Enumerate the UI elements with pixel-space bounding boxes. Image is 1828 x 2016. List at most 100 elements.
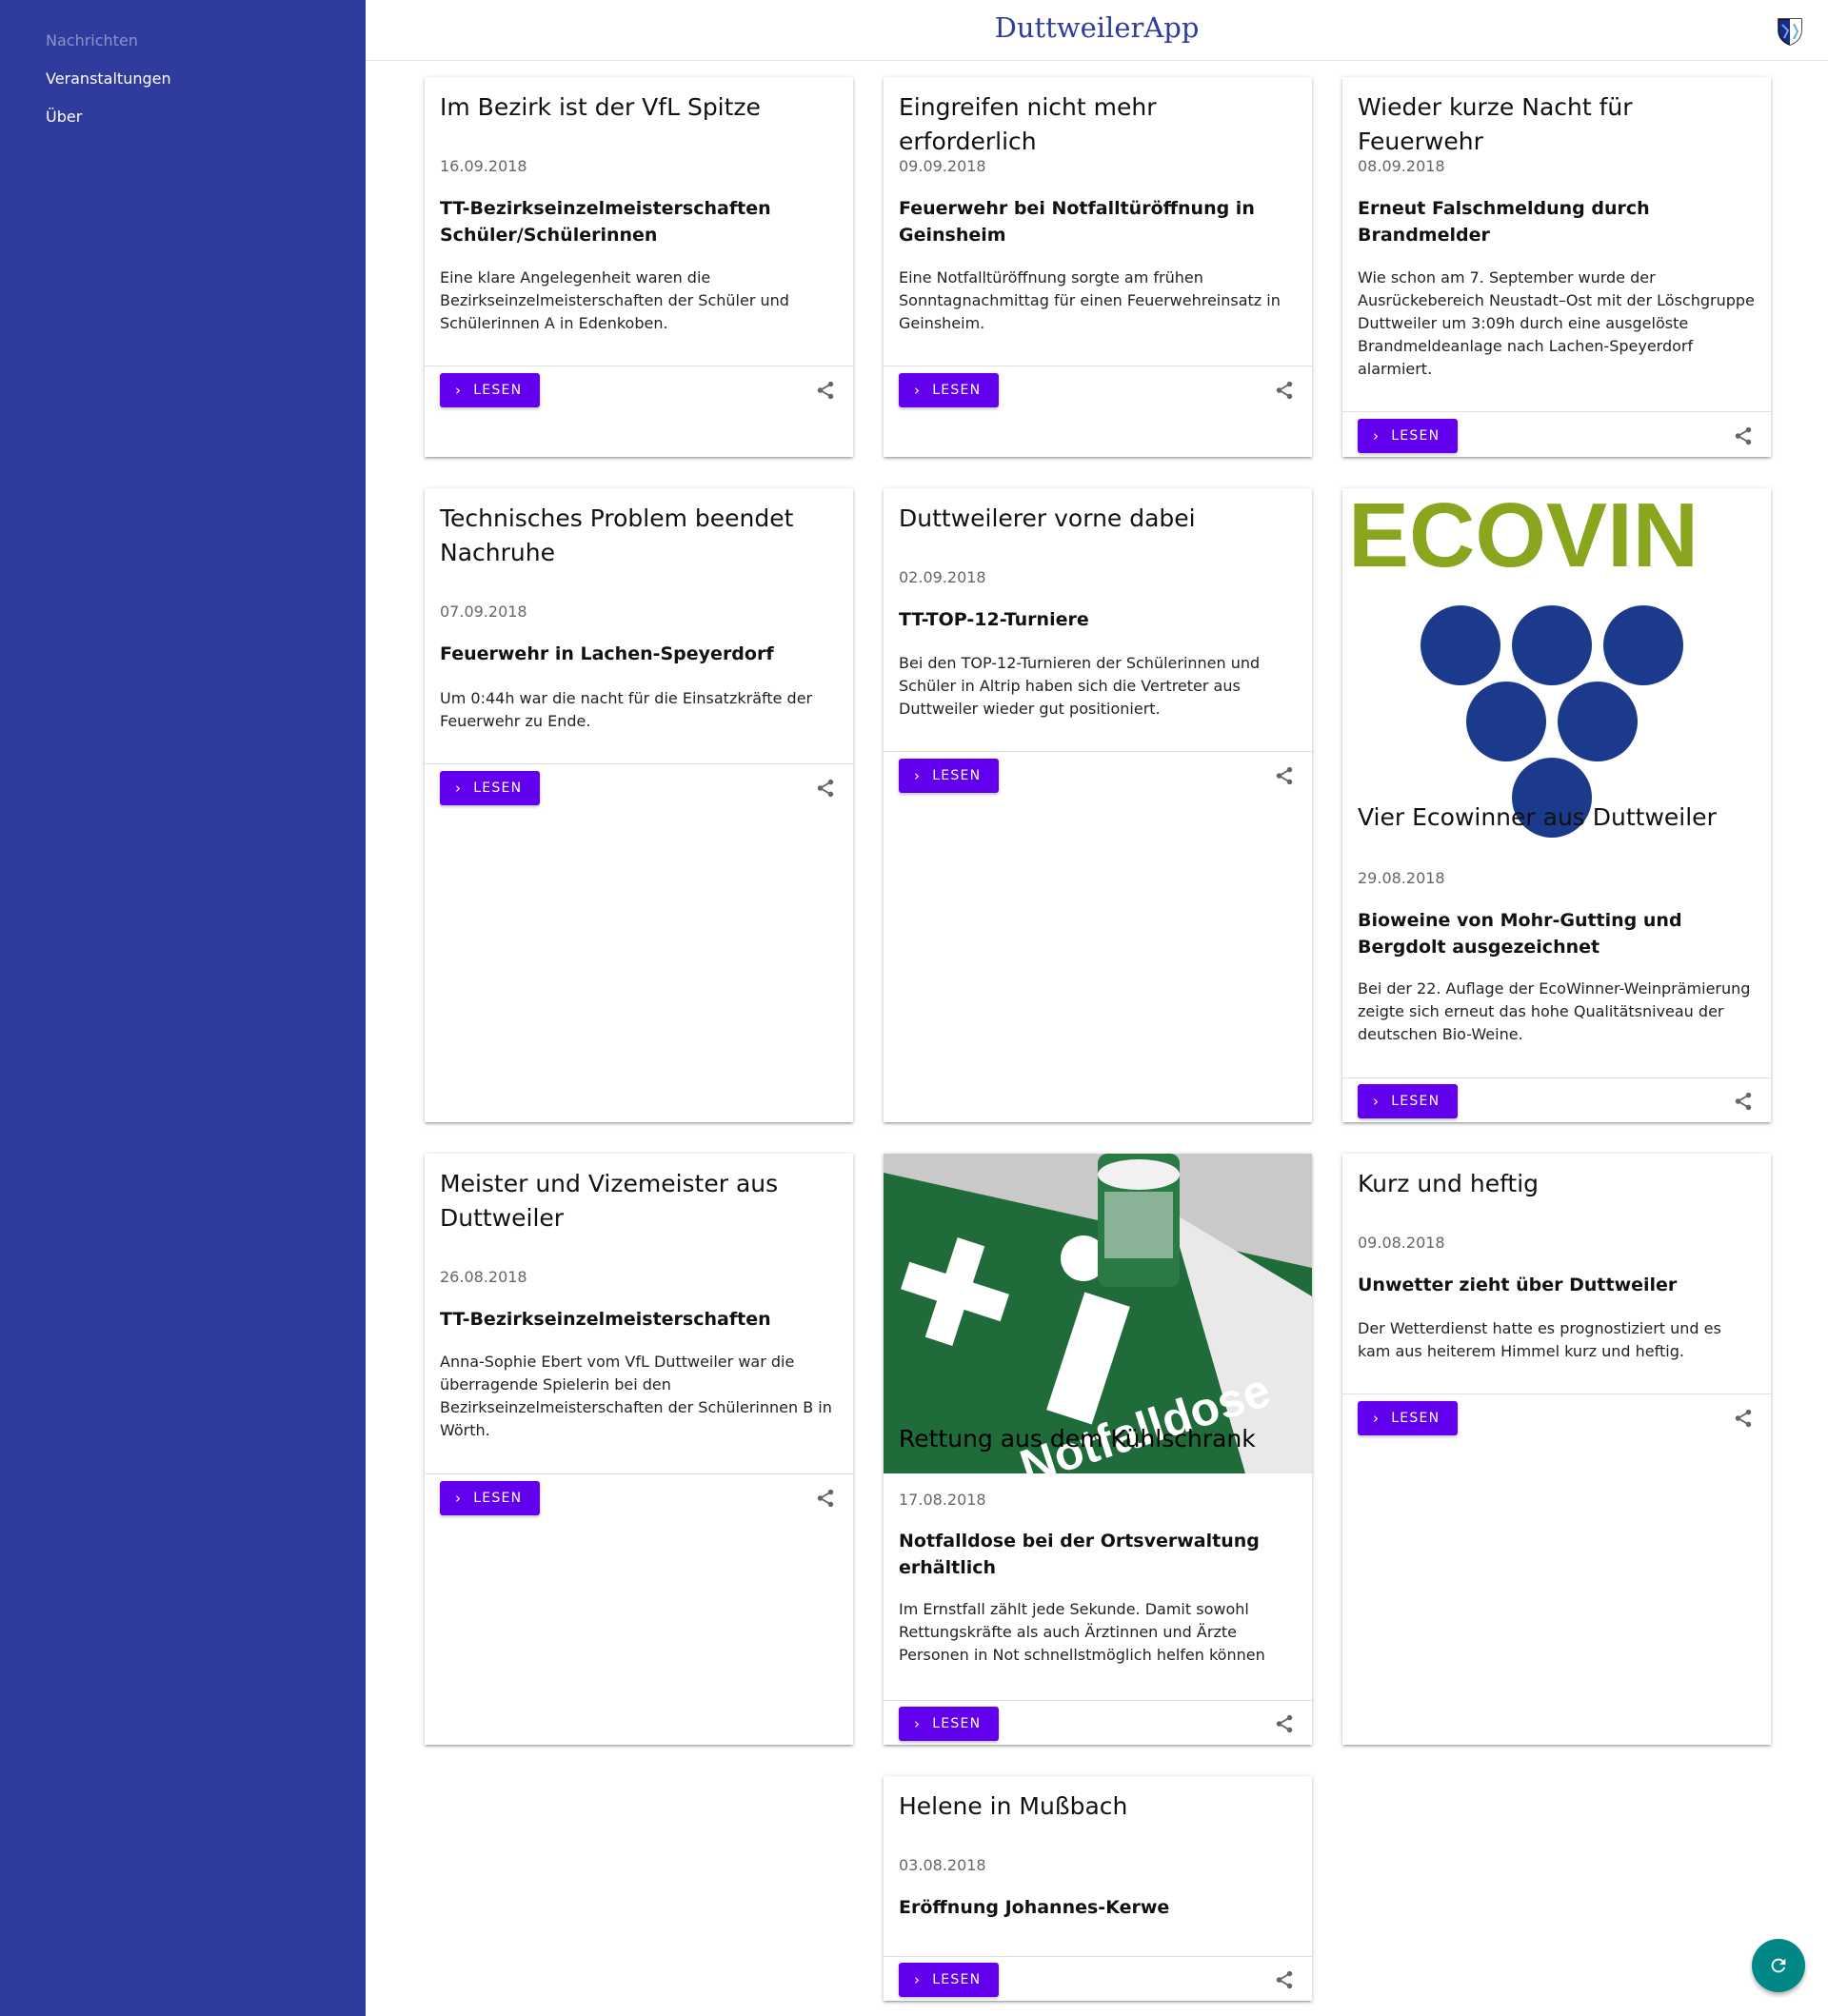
share-icon[interactable] (815, 380, 836, 401)
card-title: Helene in Mußbach (899, 1792, 1128, 1820)
sidebar: Nachrichten Veranstaltungen Über (0, 0, 366, 2016)
chevron-right-icon: › (914, 1970, 922, 1988)
news-card: Eingreifen nicht mehr erforderlich 09.09… (884, 77, 1312, 457)
card-text: Um 0:44h war die nacht für die Einsatzkr… (440, 689, 813, 730)
card-title: Wieder kurze Nacht für Feuerwehr (1358, 93, 1633, 155)
news-card: Kurz und heftig 09.08.2018 Unwetter zieh… (1342, 1154, 1771, 1745)
chevron-right-icon: › (1373, 426, 1381, 445)
card-divider (1342, 411, 1771, 412)
card-subtitle: Notfalldose bei der Ortsverwaltung erhäl… (899, 1531, 1260, 1578)
news-card: Helene in Mußbach 03.08.2018 Eröffnung J… (884, 1776, 1312, 2001)
news-card: Im Bezirk ist der VfL Spitze 16.09.2018 … (425, 77, 853, 457)
card-date: 09.09.2018 (899, 157, 986, 175)
lesen-button[interactable]: › LESEN (440, 771, 540, 805)
share-icon[interactable] (1274, 1969, 1295, 1990)
card-text: Bei der 22. Auflage der EcoWinner-Weinpr… (1358, 979, 1751, 1043)
sidebar-item-veranstaltungen[interactable]: Veranstaltungen (46, 69, 171, 88)
lesen-button[interactable]: › LESEN (899, 759, 999, 793)
card-subtitle: Bioweine von Mohr-Gutting und Bergdolt a… (1358, 910, 1682, 958)
lesen-button[interactable]: › LESEN (440, 373, 540, 407)
card-title: Im Bezirk ist der VfL Spitze (440, 93, 761, 121)
lesen-button[interactable]: › LESEN (899, 1707, 999, 1741)
share-icon[interactable] (1274, 380, 1295, 401)
chevron-right-icon: › (1373, 1092, 1381, 1110)
crest-icon (1778, 18, 1802, 46)
refresh-icon (1771, 1958, 1786, 1973)
share-icon[interactable] (815, 778, 836, 799)
card-date: 29.08.2018 (1358, 869, 1445, 887)
sidebar-item-ueber[interactable]: Über (46, 108, 82, 126)
news-card: Meister und Vizemeister aus Duttweiler 2… (425, 1154, 853, 1745)
lesen-button[interactable]: › LESEN (1358, 1084, 1458, 1118)
card-subtitle: TT-Bezirkseinzelmeisterschaften Schüler/… (440, 198, 771, 246)
lesen-button[interactable]: › LESEN (899, 373, 999, 407)
lesen-label: LESEN (932, 383, 982, 398)
share-icon[interactable] (1274, 765, 1295, 786)
chevron-right-icon: › (914, 381, 922, 399)
card-divider (1342, 1077, 1771, 1078)
news-card: Notfalldose Rettung aus dem Kühlschrank … (884, 1154, 1312, 1745)
card-date: 02.09.2018 (899, 568, 986, 586)
card-date: 16.09.2018 (440, 157, 527, 175)
card-subtitle: Feuerwehr in Lachen-Speyerdorf (440, 643, 774, 664)
chevron-right-icon: › (455, 779, 463, 797)
chevron-right-icon: › (1373, 1409, 1381, 1427)
card-title: Rettung aus dem Kühlschrank (899, 1425, 1256, 1453)
news-card: ECOVIN Vier Ecowinner aus Duttweiler 29.… (1342, 488, 1771, 1122)
card-date: 09.08.2018 (1358, 1234, 1445, 1252)
lesen-label: LESEN (473, 383, 523, 398)
card-divider (884, 1956, 1312, 1957)
share-icon[interactable] (1733, 425, 1754, 446)
card-text: Wie schon am 7. September wurde der Ausr… (1358, 268, 1755, 378)
share-icon[interactable] (1733, 1091, 1754, 1112)
card-text: Im Ernstfall zählt jede Sekunde. Damit s… (899, 1600, 1265, 1664)
card-subtitle: Unwetter zieht über Duttweiler (1358, 1275, 1678, 1295)
card-title: Eingreifen nicht mehr erforderlich (899, 93, 1157, 155)
lesen-label: LESEN (932, 768, 982, 783)
lesen-label: LESEN (932, 1972, 982, 1987)
card-title: Technisches Problem beendet Nachruhe (440, 504, 794, 566)
card-divider (884, 1700, 1312, 1701)
lesen-button[interactable]: › LESEN (1358, 419, 1458, 453)
ecovin-logo-text-eco: ECOVIN (1348, 488, 1699, 586)
card-date: 08.09.2018 (1358, 157, 1445, 175)
chevron-right-icon: › (914, 766, 922, 784)
app-header: DuttweilerApp (366, 0, 1828, 61)
ecovin-logo-image: ECOVIN (1342, 488, 1771, 850)
share-icon[interactable] (815, 1488, 836, 1509)
card-divider (425, 1473, 853, 1474)
card-title: Meister und Vizemeister aus Duttweiler (440, 1170, 779, 1232)
chevron-right-icon: › (914, 1714, 922, 1732)
lesen-button[interactable]: › LESEN (440, 1481, 540, 1515)
card-date: 03.08.2018 (899, 1856, 986, 1874)
card-subtitle: TT-Bezirkseinzelmeisterschaften (440, 1309, 771, 1330)
card-text: Eine klare Angelegenheit waren die Bezir… (440, 268, 789, 332)
lesen-label: LESEN (473, 781, 523, 796)
lesen-label: LESEN (1391, 428, 1441, 444)
lesen-button[interactable]: › LESEN (1358, 1401, 1458, 1435)
news-card: Wieder kurze Nacht für Feuerwehr 08.09.2… (1342, 77, 1771, 457)
share-icon[interactable] (1733, 1408, 1754, 1429)
card-divider (1342, 1393, 1771, 1394)
lesen-label: LESEN (473, 1491, 523, 1506)
card-subtitle: Feuerwehr bei Notfalltüröffnung in Geins… (899, 198, 1255, 246)
chevron-right-icon: › (455, 1489, 463, 1507)
card-date: 07.09.2018 (440, 603, 527, 621)
lesen-button[interactable]: › LESEN (899, 1963, 999, 1997)
app-title: DuttweilerApp (994, 11, 1200, 44)
refresh-button[interactable] (1752, 1939, 1805, 1992)
card-date: 26.08.2018 (440, 1268, 527, 1286)
card-text: Bei den TOP-12-Turnieren der Schülerinne… (899, 654, 1261, 718)
card-title: Vier Ecowinner aus Duttweiler (1358, 803, 1717, 831)
card-text: Eine Notfalltüröffnung sorgte am frühen … (899, 268, 1281, 332)
card-title: Duttweilerer vorne dabei (899, 504, 1196, 532)
card-text: Der Wetterdienst hatte es prognostiziert… (1358, 1319, 1721, 1360)
card-divider (425, 763, 853, 764)
card-subtitle: Erneut Falschmeldung durch Brandmelder (1358, 198, 1650, 246)
card-subtitle: Eröffnung Johannes-Kerwe (899, 1897, 1170, 1918)
card-text: Anna-Sophie Ebert vom VfL Duttweiler war… (440, 1353, 832, 1439)
share-icon[interactable] (1274, 1713, 1295, 1734)
sidebar-item-nachrichten[interactable]: Nachrichten (46, 31, 138, 49)
card-subtitle: TT-TOP-12-Turniere (899, 609, 1089, 630)
card-date: 17.08.2018 (899, 1491, 986, 1509)
